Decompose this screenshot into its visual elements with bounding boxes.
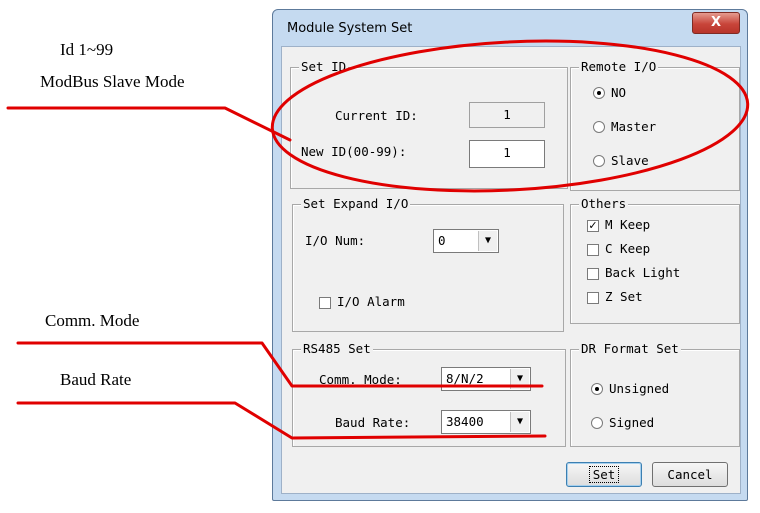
baud-rate-select[interactable]: 38400 ▼ [441,410,531,434]
comm-mode-label: Comm. Mode: [319,372,402,387]
annotation-line-set-id [6,106,292,142]
io-alarm-checkbox[interactable] [319,297,331,309]
io-num-label: I/O Num: [305,233,366,248]
annotation-id-range: Id 1~99 [60,40,114,59]
annotation-comm-mode: Comm. Mode [45,311,140,330]
radio-unsigned-label: Unsigned [609,381,670,396]
m-keep-checkbox[interactable]: ✓ [587,220,599,232]
radio-slave[interactable] [593,155,605,167]
close-button[interactable]: X [692,12,740,34]
c-keep-checkbox[interactable] [587,244,599,256]
baud-rate-value: 38400 [446,414,484,429]
comm-mode-select[interactable]: 8/N/2 ▼ [441,367,531,391]
module-system-set-dialog: Module System Set X Set ID Current ID: 1… [272,9,748,501]
radio-signed-label: Signed [609,415,655,430]
rs485-group: RS485 Set Comm. Mode: 8/N/2 ▼ Baud Rate:… [292,341,566,447]
dr-format-group: DR Format Set Unsigned Signed [570,341,740,447]
annotation-baud-rate: Baud Rate [60,370,132,389]
c-keep-label: C Keep [605,241,651,256]
set-button-label: Set [588,466,620,483]
radio-no-label: NO [611,85,627,100]
io-num-select[interactable]: 0 ▼ [433,229,499,253]
back-light-checkbox[interactable] [587,268,599,280]
new-id-input[interactable]: 1 [469,140,545,168]
annotation-slave-mode: ModBus Slave Mode [40,72,185,91]
io-alarm-label: I/O Alarm [337,294,405,309]
remote-io-group-title: Remote I/O [579,59,659,74]
radio-no[interactable] [593,87,605,99]
radio-signed[interactable] [591,417,603,429]
dialog-client-area: Set ID Current ID: 1 New ID(00-99): 1 Re… [281,46,741,494]
baud-rate-label: Baud Rate: [335,415,411,430]
radio-slave-label: Slave [611,153,649,168]
m-keep-label: M Keep [605,217,651,232]
io-num-value: 0 [438,233,446,248]
close-icon: X [710,15,722,30]
back-light-label: Back Light [605,265,681,280]
radio-master[interactable] [593,121,605,133]
set-id-group-title: Set ID [299,59,349,74]
chevron-down-icon[interactable]: ▼ [510,412,529,432]
current-id-label: Current ID: [335,108,418,123]
dialog-titlebar[interactable]: Module System Set X [273,10,747,46]
new-id-label: New ID(00-99): [301,144,407,159]
comm-mode-value: 8/N/2 [446,371,484,386]
chevron-down-icon[interactable]: ▼ [510,369,529,389]
others-group: Others ✓ M Keep C Keep Back Light Z Set [570,196,740,324]
z-set-label: Z Set [605,289,643,304]
set-button[interactable]: Set [566,462,642,487]
remote-io-group: Remote I/O NO Master Slave [570,59,740,191]
expand-io-group: Set Expand I/O I/O Num: 0 ▼ I/O Alarm [292,196,564,332]
z-set-checkbox[interactable] [587,292,599,304]
rs485-group-title: RS485 Set [301,341,373,356]
others-group-title: Others [579,196,629,211]
cancel-button[interactable]: Cancel [652,462,728,487]
current-id-field: 1 [469,102,545,128]
expand-io-group-title: Set Expand I/O [301,196,411,211]
radio-unsigned[interactable] [591,383,603,395]
cancel-button-label: Cancel [667,467,713,482]
dr-format-group-title: DR Format Set [579,341,681,356]
radio-master-label: Master [611,119,657,134]
dialog-title: Module System Set [287,21,413,36]
set-id-group: Set ID Current ID: 1 New ID(00-99): 1 [290,59,568,189]
chevron-down-icon[interactable]: ▼ [478,231,497,251]
